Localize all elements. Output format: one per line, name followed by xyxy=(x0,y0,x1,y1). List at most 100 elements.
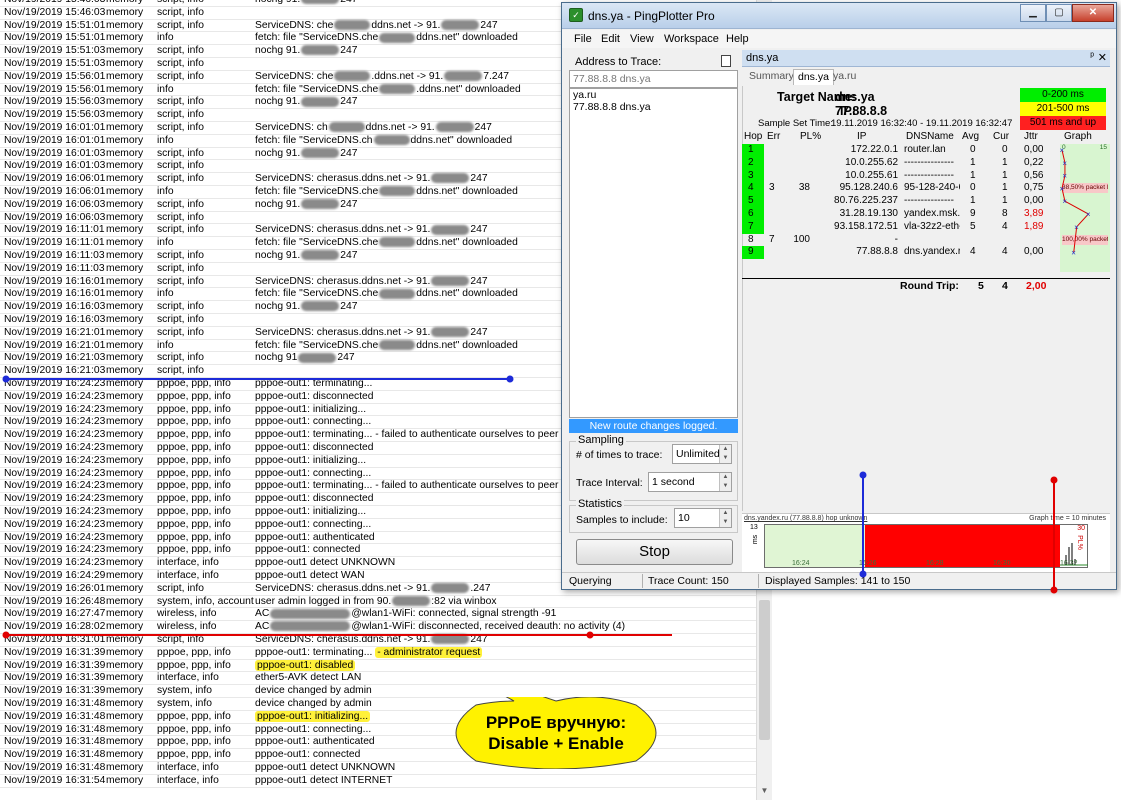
hop-jttr: 1,89 xyxy=(1024,220,1044,232)
trace-interval-input[interactable]: 1 second ▲ ▼ xyxy=(648,472,732,492)
hop-row[interactable]: 4 3 38 95.128.240.6 95-128-240-6 0 1 0,75 38,50%… xyxy=(742,182,1110,196)
stop-button[interactable]: Stop xyxy=(576,539,733,565)
red-timeline-dot xyxy=(1050,586,1058,594)
hop-avg-marker: × xyxy=(1060,184,1065,193)
hop-number: 2 xyxy=(742,156,764,170)
tab-dns-ya[interactable]: dns.ya xyxy=(793,69,834,85)
hop-ip: 10.0.255.61 xyxy=(845,169,898,181)
hop-cur: 0 xyxy=(1002,144,1008,155)
col-graph[interactable]: Graph xyxy=(1064,131,1092,142)
hop-row[interactable]: 1 172.22.0.1 router.lan 0 0 0,00 xyxy=(742,144,1110,157)
menu-edit[interactable]: Edit xyxy=(601,33,620,45)
hop-cur: 8 xyxy=(1002,208,1008,219)
close-document-icon[interactable]: ✕ xyxy=(1098,51,1107,64)
callout-line-1: PPPoE вручную: xyxy=(485,713,627,732)
hop-avg: 5 xyxy=(970,220,976,232)
document-title: dns.ya xyxy=(746,52,779,64)
target-item[interactable]: 77.88.8.8 dns.ya xyxy=(570,101,737,113)
tab-ya-ru[interactable]: ya.ru xyxy=(829,69,860,85)
hop-dnsname: yandex.msk.c xyxy=(904,208,960,219)
hop-row[interactable]: 9 77.88.8.8 dns.yandex.r 4 4 0,00 xyxy=(742,246,1110,260)
col-dnsname[interactable]: DNSName xyxy=(906,131,954,142)
hop-cur: 4 xyxy=(1002,246,1008,258)
hop-err: 3 xyxy=(769,182,775,194)
red-marker-dot xyxy=(586,631,594,639)
hop-avg: 1 xyxy=(970,169,976,181)
maximize-button[interactable]: ▢ xyxy=(1046,4,1072,22)
close-window-button[interactable]: ✕ xyxy=(1072,4,1114,22)
menu-file[interactable]: File xyxy=(574,33,592,45)
sampling-group-label: Sampling xyxy=(576,434,626,446)
new-target-icon[interactable] xyxy=(721,55,731,67)
pin-icon[interactable]: ᵖ xyxy=(1090,51,1094,62)
spinner-icon[interactable]: ▲ ▼ xyxy=(719,445,731,463)
hop-ip: 10.0.255.62 xyxy=(845,156,898,168)
hop-ip: - xyxy=(894,233,898,245)
hop-avg-marker: × xyxy=(1074,223,1079,232)
minimize-button[interactable]: ▁ xyxy=(1020,4,1046,22)
hop-avg-marker: × xyxy=(1062,172,1067,181)
hop-dnsname: --------------- xyxy=(904,195,954,207)
minimize-icon: ▁ xyxy=(1029,7,1037,18)
col-pl[interactable]: PL% xyxy=(800,131,821,142)
tab-summary[interactable]: Summary xyxy=(745,69,798,85)
samples-input[interactable]: 10 ▲ ▼ xyxy=(674,508,732,528)
samples-label: Samples to include: xyxy=(576,514,668,526)
hop-row[interactable]: 3 10.0.255.61 --------------- 1 1 0,56 xyxy=(742,169,1110,183)
hop-ip: 31.28.19.130 xyxy=(839,208,898,219)
hop-row[interactable]: 5 80.76.225.237 --------------- 1 1 0,00 xyxy=(742,195,1110,208)
target-item[interactable]: ya.ru xyxy=(570,89,737,101)
hop-cur: 1 xyxy=(1002,182,1008,194)
menu-bar: File Edit View Workspace Help xyxy=(562,30,1116,48)
hop-number: 5 xyxy=(742,195,764,208)
title-bar[interactable]: ✓ dns.ya - PingPlotter Pro ▁ ▢ ✕ xyxy=(562,3,1116,29)
menu-workspace[interactable]: Workspace xyxy=(664,33,719,45)
col-err[interactable]: Err xyxy=(767,131,780,142)
timeline-tick: 16:24 xyxy=(792,560,810,567)
hop-avg-marker: × xyxy=(1062,197,1067,206)
hop-number: 9 xyxy=(742,246,764,260)
window-title: dns.ya - PingPlotter Pro xyxy=(588,9,715,23)
col-avg[interactable]: Avg xyxy=(962,131,979,142)
hop-number: 4 xyxy=(742,182,764,196)
round-trip-cur: 4 xyxy=(1002,280,1008,292)
col-hop[interactable]: Hop xyxy=(744,131,762,142)
col-cur[interactable]: Cur xyxy=(993,131,1009,142)
round-trip-jttr: 2,00 xyxy=(1026,280,1047,292)
hop-number: 6 xyxy=(742,208,764,221)
sample-set-time-label: Sample Set Time: xyxy=(758,118,833,129)
hop-jttr: 0,56 xyxy=(1024,169,1044,181)
hop-dnsname: --------------- xyxy=(904,169,954,181)
spinner-icon[interactable]: ▲ ▼ xyxy=(719,509,731,527)
hop-pl: 100 xyxy=(793,233,810,245)
hop-ip: 77.88.8.8 xyxy=(856,246,898,258)
statistics-group-label: Statistics xyxy=(576,498,625,510)
legend-red: 501 ms and up xyxy=(1020,116,1106,130)
hop-row[interactable]: 6 31.28.19.130 yandex.msk.c 9 8 3,89 xyxy=(742,208,1110,221)
hop-dnsname: --------------- xyxy=(904,156,954,168)
target-list: ya.ru 77.88.8.8 dns.ya xyxy=(569,88,738,418)
samples-value: 10 xyxy=(678,512,690,524)
hop-avg: 4 xyxy=(970,246,976,258)
spinner-icon[interactable]: ▲ ▼ xyxy=(719,473,731,491)
col-ip[interactable]: IP xyxy=(857,131,866,142)
hop-jttr: 0,00 xyxy=(1024,195,1044,207)
hop-avg-marker: × xyxy=(1086,210,1091,219)
route-change-banner: New route changes logged. xyxy=(569,419,738,433)
hop-row[interactable]: 87100-100,00% packet loss xyxy=(742,234,1110,247)
times-to-trace-input[interactable]: Unlimited ▲ ▼ xyxy=(672,444,732,464)
col-jttr[interactable]: Jttr xyxy=(1024,131,1038,142)
hop-ip: 95.128.240.6 xyxy=(839,182,898,194)
menu-help[interactable]: Help xyxy=(726,33,749,45)
hop-row[interactable]: 2 10.0.255.62 --------------- 1 1 0,22 xyxy=(742,156,1110,170)
status-separator xyxy=(758,574,759,588)
menu-view[interactable]: View xyxy=(630,33,654,45)
timeline-y-max: 13 xyxy=(750,524,758,531)
timeline-y-unit: ms xyxy=(752,534,760,545)
callout-line-2: Disable + Enable xyxy=(488,734,624,753)
hop-ip: 93.158.172.51 xyxy=(834,220,898,232)
hop-row[interactable]: 7 93.158.172.51 vla-32z2-eth- 5 4 1,89 xyxy=(742,220,1110,234)
hop-avg-marker: × xyxy=(1062,159,1067,168)
pingplotter-app-icon: ✓ xyxy=(569,8,583,22)
address-input[interactable]: 77.88.8.8 dns.ya xyxy=(569,70,738,88)
